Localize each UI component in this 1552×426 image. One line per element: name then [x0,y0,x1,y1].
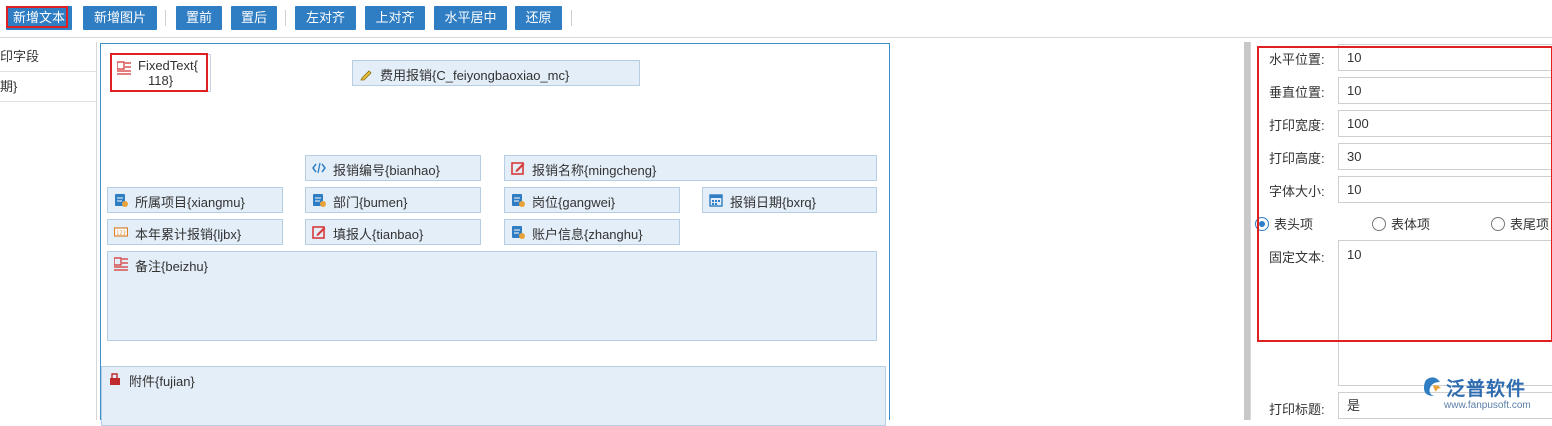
design-canvas: FixedText{ 118} 费用报销{C_feiyongbaoxiao_mc… [100,43,890,426]
toolbar-divider [165,10,166,26]
edit-icon [312,226,326,239]
align-top-button[interactable]: 上对齐 [365,6,425,30]
field-label: 报销名称{mingcheng} [532,163,657,178]
field-label: 岗位{gangwei} [532,195,616,210]
field-mingcheng[interactable]: 报销名称{mingcheng} [504,155,877,181]
field-list: 印字段 期} [0,42,97,420]
field-label: 报销编号{bianhao} [333,163,440,178]
field-tianbao[interactable]: 填报人{tianbao} [305,219,481,245]
logo-name: 泛普软件 [1446,379,1527,400]
print-title-label: 打印标题: [1269,402,1325,417]
field-bumen[interactable]: 部门{bumen} [305,187,481,213]
properties-panel: 水平位置: 10 垂直位置: 10 打印宽度: 100 打印高度: 30 字体大… [1250,42,1552,420]
toolbar: 新增文本 新增图片 置前 置后 左对齐 上对齐 水平居中 还原 [0,0,1552,38]
title-field[interactable]: 费用报销{C_feiyongbaoxiao_mc} [352,60,640,86]
highlight-box [1257,46,1552,342]
field-label: 报销日期{bxrq} [730,195,816,210]
field-bianhao[interactable]: 报销编号{bianhao} [305,155,481,181]
add-image-button[interactable]: 新增图片 [83,6,157,30]
field-label: 所属项目{xiangmu} [135,195,245,210]
field-ljbx[interactable]: 123 本年累计报销{ljbx} [107,219,283,245]
toolbar-divider [285,10,286,26]
attachment-icon [110,373,120,385]
field-label: 本年累计报销{ljbx} [135,227,242,242]
field-label: 备注{beizhu} [135,259,208,274]
code-icon [312,162,326,174]
field-xiangmu[interactable]: 所属项目{xiangmu} [107,187,283,213]
logo-icon [1424,377,1441,396]
field-list-item[interactable]: 印字段 [0,42,96,72]
toolbar-divider [571,10,572,26]
field-label: 附件{fujian} [129,374,195,389]
align-left-button[interactable]: 左对齐 [295,6,356,30]
form-icon [512,194,525,207]
number-icon: 123 [114,227,128,237]
field-label: 部门{bumen} [333,195,408,210]
highlight-box [6,6,68,28]
center-horizontal-button[interactable]: 水平居中 [434,6,507,30]
highlight-box [110,53,208,92]
send-back-button[interactable]: 置后 [231,6,277,30]
field-label: 账户信息{zhanghu} [532,227,643,242]
field-gangwei[interactable]: 岗位{gangwei} [504,187,680,213]
pencil-icon [360,70,372,81]
calendar-icon [709,194,723,207]
field-label: 填报人{tianbao} [333,227,424,242]
svg-text:123: 123 [116,231,126,237]
field-fujian[interactable]: 附件{fujian} [101,366,886,426]
form-icon [115,194,128,207]
restore-button[interactable]: 还原 [515,6,562,30]
field-label: 费用报销{C_feiyongbaoxiao_mc} [380,68,570,83]
brand-logo: 泛普软件 www.fanpusoft.com [1422,374,1550,414]
bring-front-button[interactable]: 置前 [176,6,222,30]
field-beizhu[interactable]: 备注{beizhu} [107,251,877,341]
field-list-item[interactable]: 期} [0,72,96,102]
edit-icon [511,162,525,175]
field-bxrq[interactable]: 报销日期{bxrq} [702,187,877,213]
field-zhanghu[interactable]: 账户信息{zhanghu} [504,219,680,245]
text-field-icon [114,257,128,271]
form-icon [313,194,326,207]
logo-url: www.fanpusoft.com [1444,400,1531,411]
form-icon [512,226,525,239]
